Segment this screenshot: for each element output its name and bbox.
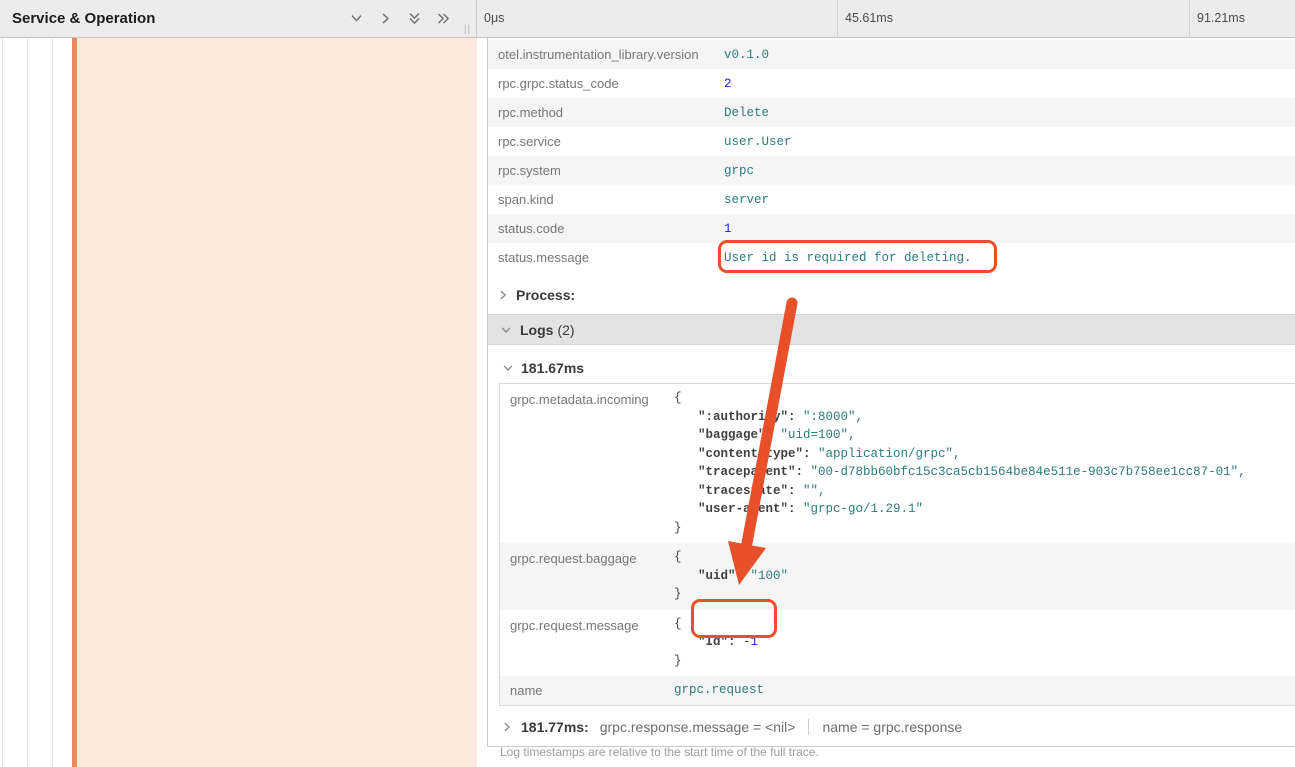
tree-indent-guide bbox=[2, 38, 3, 767]
divider bbox=[808, 719, 809, 735]
tag-key: rpc.system bbox=[488, 163, 724, 178]
span-tree-panel bbox=[0, 38, 477, 767]
timeline-ruler[interactable]: 0μs 45.61ms 91.21ms bbox=[476, 0, 1295, 37]
tag-value: Delete bbox=[724, 106, 769, 120]
tag-value: user.User bbox=[724, 135, 792, 149]
log-field-key: grpc.metadata.incoming bbox=[500, 384, 674, 543]
span-tree-controls bbox=[346, 9, 453, 29]
log-entry-accordion[interactable]: 181.67ms bbox=[488, 353, 1295, 383]
table-row: span.kind server bbox=[488, 185, 1295, 214]
timeline-header: Service & Operation || 0μs 45.61ms 91.21… bbox=[0, 0, 1295, 38]
table-row: grpc.metadata.incoming { ":authority": "… bbox=[500, 384, 1295, 543]
table-row: status.code 1 bbox=[488, 214, 1295, 243]
table-row: rpc.method Delete bbox=[488, 98, 1295, 127]
tag-key: rpc.grpc.status_code bbox=[488, 76, 724, 91]
chevron-down-icon bbox=[500, 324, 512, 336]
log-timestamp: 181.77ms: bbox=[521, 719, 589, 735]
tag-value: v0.1.0 bbox=[724, 48, 769, 62]
log-summary-pair: grpc.response.message = <nil> bbox=[600, 719, 796, 735]
chevron-down-icon bbox=[502, 362, 514, 374]
chevron-right-icon bbox=[501, 721, 513, 733]
column-resize-grip[interactable]: || bbox=[459, 0, 476, 37]
tag-value: grpc bbox=[724, 164, 754, 178]
tag-value: server bbox=[724, 193, 769, 207]
selected-span-row[interactable] bbox=[72, 38, 477, 767]
timeline-tick-1: 45.61ms bbox=[837, 0, 893, 37]
log-field-value: grpc.request bbox=[674, 676, 764, 705]
service-operation-header: Service & Operation bbox=[0, 0, 459, 37]
timeline-tick-2: 91.21ms bbox=[1189, 0, 1245, 37]
log-field-key: name bbox=[500, 676, 674, 705]
tag-value: 2 bbox=[724, 77, 732, 91]
span-detail-panel: otel.instrumentation_library.version v0.… bbox=[487, 38, 1295, 747]
logs-count: (2) bbox=[557, 322, 574, 338]
process-label: Process: bbox=[516, 287, 575, 303]
tree-indent-guide bbox=[52, 38, 53, 767]
log-field-key: grpc.request.message bbox=[500, 610, 674, 677]
log-field-value-json: { ":authority": ":8000", "baggage": "uid… bbox=[674, 384, 1246, 543]
collapse-all-icon[interactable] bbox=[404, 9, 424, 29]
tag-key: rpc.method bbox=[488, 105, 724, 120]
tag-key: status.message bbox=[488, 250, 724, 265]
process-accordion[interactable]: Process: bbox=[488, 280, 1295, 310]
expand-all-icon[interactable] bbox=[433, 9, 453, 29]
table-row: rpc.system grpc bbox=[488, 156, 1295, 185]
table-row: grpc.request.baggage { "uid": "100" } bbox=[500, 543, 1295, 610]
log-summary-pair: name = grpc.response bbox=[822, 719, 962, 735]
table-row: status.message User id is required for d… bbox=[488, 243, 1295, 272]
tag-key: status.code bbox=[488, 221, 724, 236]
status-message-value: User id is required for deleting. bbox=[724, 251, 972, 265]
tag-key: otel.instrumentation_library.version bbox=[488, 47, 724, 62]
tag-key: span.kind bbox=[488, 192, 724, 207]
table-row: otel.instrumentation_library.version v0.… bbox=[488, 40, 1295, 69]
table-row: name grpc.request bbox=[500, 676, 1295, 705]
expand-one-icon[interactable] bbox=[375, 9, 395, 29]
collapse-one-icon[interactable] bbox=[346, 9, 366, 29]
span-tags-table: otel.instrumentation_library.version v0.… bbox=[488, 40, 1295, 272]
tag-key: rpc.service bbox=[488, 134, 724, 149]
log-timestamp: 181.67ms bbox=[521, 360, 584, 376]
log-field-value-json: { "Id": -1 } bbox=[674, 610, 758, 677]
collapsed-log-entry[interactable]: 181.77ms: grpc.response.message = <nil> … bbox=[501, 719, 1295, 735]
tree-indent-guide bbox=[27, 38, 28, 767]
chevron-right-icon bbox=[497, 289, 509, 301]
table-row: rpc.grpc.status_code 2 bbox=[488, 69, 1295, 98]
log-timestamps-footnote: Log timestamps are relative to the start… bbox=[500, 745, 1295, 759]
log-field-key: grpc.request.baggage bbox=[500, 543, 674, 610]
timeline-tick-0: 0μs bbox=[477, 0, 504, 37]
log-field-value-json: { "uid": "100" } bbox=[674, 543, 788, 610]
tag-value: 1 bbox=[724, 222, 732, 236]
service-operation-title: Service & Operation bbox=[12, 10, 155, 27]
log-fields-table: grpc.metadata.incoming { ":authority": "… bbox=[499, 383, 1295, 706]
logs-label: Logs bbox=[520, 322, 553, 338]
logs-accordion[interactable]: Logs (2) bbox=[488, 314, 1295, 345]
table-row: grpc.request.message { "Id": -1 } bbox=[500, 610, 1295, 677]
table-row: rpc.service user.User bbox=[488, 127, 1295, 156]
